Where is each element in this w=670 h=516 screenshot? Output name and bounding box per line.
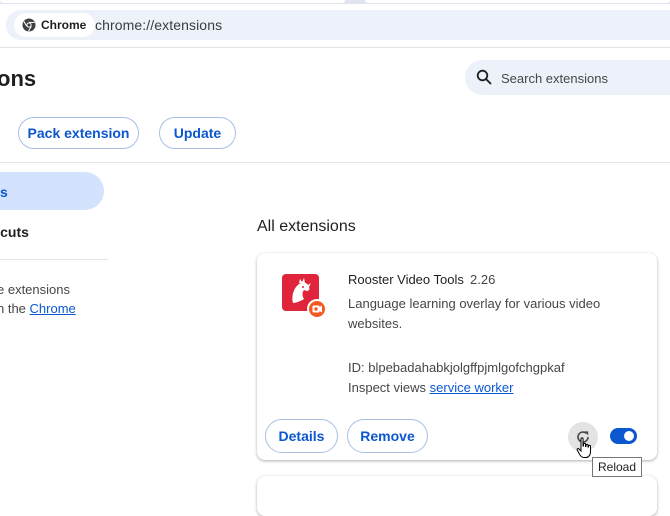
chrome-web-store-link[interactable]: Chrome xyxy=(30,301,76,316)
toolbar: Chrome chrome://extensions xyxy=(0,4,670,47)
sidebar-divider xyxy=(0,259,108,260)
address-bar[interactable]: Chrome chrome://extensions xyxy=(6,10,670,40)
rooster-extension-icon xyxy=(282,274,327,319)
sidebar-item-keyboard-shortcuts[interactable]: rtcuts xyxy=(0,224,29,240)
extension-name: Rooster Video Tools xyxy=(348,272,464,287)
update-button[interactable]: Update xyxy=(159,117,236,149)
details-button[interactable]: Details xyxy=(265,419,338,453)
hand-cursor-icon xyxy=(576,437,591,458)
divider xyxy=(0,47,670,48)
extension-id: ID: blpebadahabkjolgffpjmlgofchgpkaf xyxy=(348,360,565,375)
site-info-chip[interactable]: Chrome xyxy=(14,13,96,37)
chip-label: Chrome xyxy=(41,18,87,32)
service-worker-link[interactable]: service worker xyxy=(430,380,514,395)
search-icon xyxy=(476,69,492,85)
chrome-icon xyxy=(22,18,36,32)
extension-card: Rooster Video Tools 2.26 Language learni… xyxy=(257,253,657,460)
section-title: All extensions xyxy=(257,218,356,235)
extension-card xyxy=(257,476,657,516)
tab[interactable] xyxy=(0,0,345,3)
inspect-views-label: Inspect views xyxy=(348,380,430,395)
sidebar-item-extensions[interactable]: s xyxy=(0,172,104,210)
url-text[interactable]: chrome://extensions xyxy=(95,17,222,33)
reload-tooltip: Reload xyxy=(592,457,643,477)
remove-button[interactable]: Remove xyxy=(347,419,428,453)
search-box[interactable] xyxy=(465,60,670,95)
sidebar-item-label: s xyxy=(0,184,8,200)
extension-version: 2.26 xyxy=(470,272,496,287)
sidebar-store-text: e extensions xyxy=(0,282,70,297)
extension-description: Language learning overlay for various vi… xyxy=(348,296,601,331)
pack-extension-button[interactable]: Pack extension xyxy=(18,117,139,149)
toggle-knob xyxy=(624,431,634,441)
divider xyxy=(0,162,670,163)
page-title: ons xyxy=(0,66,37,91)
sidebar-store-text: n the Chrome xyxy=(0,301,76,316)
tab[interactable] xyxy=(365,0,670,3)
sidebar-store-prefix: n the xyxy=(0,301,30,316)
inspect-views: Inspect views service worker xyxy=(348,380,513,395)
enable-toggle[interactable] xyxy=(610,428,637,444)
search-input[interactable] xyxy=(499,68,670,88)
